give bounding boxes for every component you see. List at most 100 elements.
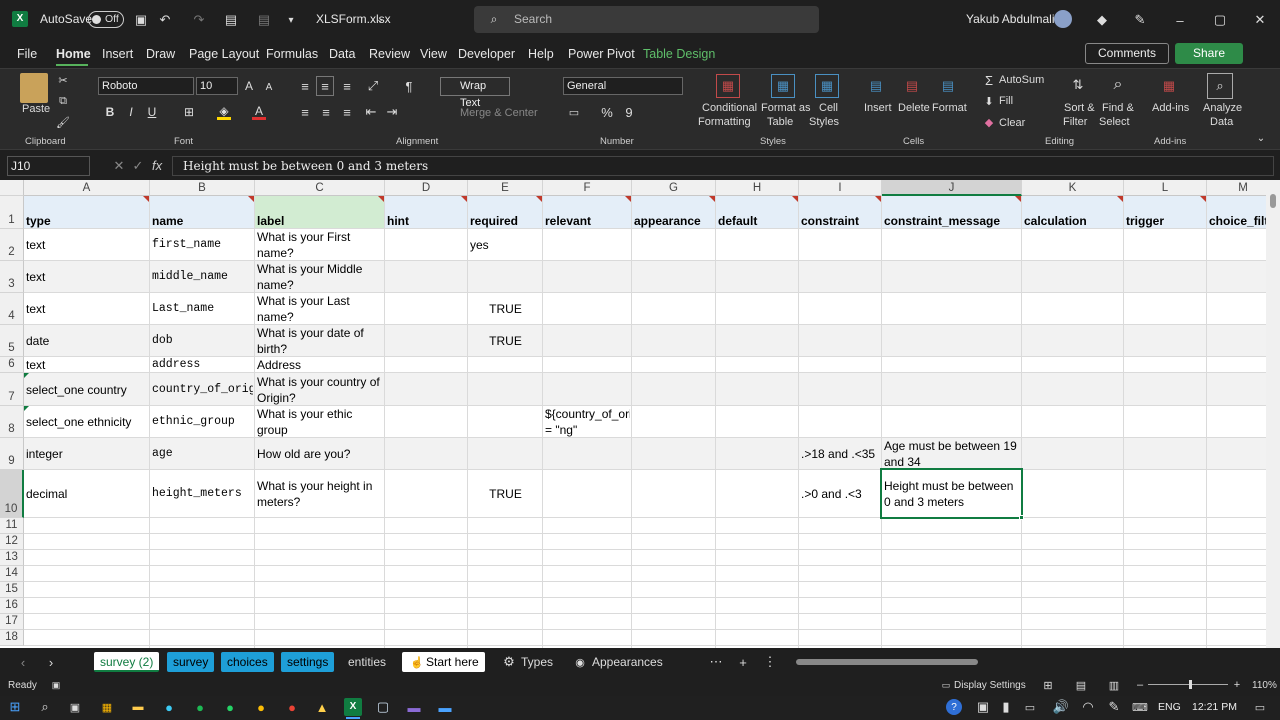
row-header-5[interactable]: 5	[0, 325, 24, 357]
accessibility-icon[interactable]: ▣	[50, 679, 62, 691]
formula-input[interactable]: Height must be between 0 and 3 meters	[172, 156, 1274, 176]
collapse-ribbon-icon[interactable]: ⌄	[1254, 131, 1268, 145]
spotify-icon[interactable]: ●	[192, 699, 208, 715]
row-header-13[interactable]: 13	[0, 550, 24, 566]
clear-label[interactable]: Clear	[999, 117, 1025, 129]
chrome-alt-icon[interactable]: ●	[284, 699, 300, 715]
row-header-16[interactable]: 16	[0, 598, 24, 614]
format-table-label-1[interactable]: Format as	[761, 102, 811, 114]
shrink-font-icon[interactable]: A	[263, 79, 275, 95]
conditional-formatting-label-2[interactable]: Formatting	[698, 116, 751, 128]
column-header-b[interactable]: B	[150, 180, 255, 196]
maximize-icon[interactable]: ▢	[1212, 11, 1228, 29]
app-icon-2[interactable]: ▢	[375, 699, 391, 715]
row-header-17[interactable]: 17	[0, 614, 24, 630]
horizontal-scroll-thumb[interactable]	[796, 659, 978, 665]
cell-i9[interactable]: .>18 and .<35	[799, 438, 880, 470]
menu-insert[interactable]: Insert	[102, 47, 133, 61]
menu-help[interactable]: Help	[528, 47, 554, 61]
align-middle-icon[interactable]: ≡	[316, 76, 334, 96]
header-cell-j[interactable]: constraint_message	[882, 213, 1022, 229]
header-cell-a[interactable]: type	[24, 213, 150, 229]
fill-label[interactable]: Fill	[999, 95, 1013, 107]
form-icon[interactable]: ▤	[222, 11, 240, 29]
addins-icon[interactable]: ▦	[1156, 73, 1182, 99]
spreadsheet-grid[interactable]: A B C D E F G H I J K L M 1 2 3 4 5 6 7 8 9 10 11 12 13 14 15 16 17 18…	[0, 180, 1280, 648]
edge-icon[interactable]: ●	[161, 699, 177, 715]
font-name-select[interactable]: Roboto	[98, 77, 194, 95]
column-header-l[interactable]: L	[1124, 180, 1207, 196]
selected-cell-j10[interactable]	[880, 468, 1023, 519]
comma-icon[interactable]: 9	[622, 104, 636, 120]
column-header-i[interactable]: I	[799, 180, 882, 196]
delete-cells-label[interactable]: Delete	[898, 102, 930, 114]
zoom-out-icon[interactable]: –	[1135, 678, 1145, 692]
cell-a6[interactable]: text	[24, 357, 148, 373]
column-header-k[interactable]: K	[1022, 180, 1124, 196]
chrome-icon[interactable]: ●	[253, 699, 269, 715]
cell-a7[interactable]: select_one country	[24, 373, 148, 406]
format-table-icon[interactable]: ▦	[771, 74, 795, 98]
cell-b10[interactable]: height_meters	[150, 470, 253, 518]
row-header-9[interactable]: 9	[0, 438, 24, 470]
paste-icon[interactable]	[20, 73, 48, 103]
align-right-icon[interactable]: ≡	[340, 104, 354, 120]
insert-cells-icon[interactable]: ▤	[864, 74, 888, 98]
cell-c2[interactable]: What is your First name?	[255, 229, 383, 261]
header-cell-d[interactable]: hint	[385, 213, 468, 229]
display-settings-icon[interactable]: ▭	[940, 679, 952, 691]
app-icon-3[interactable]: ▬	[406, 699, 422, 715]
menu-developer[interactable]: Developer	[458, 47, 515, 61]
sheet-tab-choices[interactable]: choices	[221, 652, 274, 672]
underline-icon[interactable]: U	[145, 104, 159, 120]
sheet-tab-entities[interactable]: entities	[342, 652, 392, 672]
sort-filter-icon[interactable]: ⇅	[1066, 73, 1090, 97]
row-header-7[interactable]: 7	[0, 373, 24, 406]
row-header-10[interactable]: 10	[0, 470, 24, 518]
notification-icon[interactable]: ▣	[975, 699, 991, 715]
cell-b4[interactable]: Last_name	[150, 293, 253, 325]
add-sheet-icon[interactable]: +	[735, 654, 751, 670]
merge-center-button[interactable]: Merge & Center	[444, 105, 548, 121]
chevron-down-icon[interactable]: ⌄	[374, 12, 386, 26]
row-header-11[interactable]: 11	[0, 518, 24, 534]
menu-view[interactable]: View	[420, 47, 447, 61]
header-cell-f[interactable]: relevant	[543, 213, 632, 229]
cell-b3[interactable]: middle_name	[150, 261, 253, 293]
row-header-12[interactable]: 12	[0, 534, 24, 550]
customize-icon[interactable]: ▾	[284, 11, 298, 29]
column-header-e[interactable]: E	[468, 180, 543, 196]
currency-icon[interactable]: ▭	[566, 104, 582, 120]
cell-c8[interactable]: What is your ethic group	[255, 406, 383, 438]
diamond-icon[interactable]: ◆	[1094, 11, 1110, 29]
close-icon[interactable]: ✕	[1252, 11, 1268, 29]
pen-tray-icon[interactable]: ✎	[1106, 699, 1122, 715]
sheet-tab-types[interactable]: Types	[515, 652, 559, 672]
name-box[interactable]: J10	[7, 156, 90, 176]
cell-b6[interactable]: address	[150, 357, 253, 373]
conditional-formatting-label-1[interactable]: Conditional	[702, 102, 757, 114]
align-top-icon[interactable]: ≡	[298, 78, 312, 94]
sort-filter-label-1[interactable]: Sort &	[1064, 102, 1095, 114]
delete-cells-icon[interactable]: ▤	[900, 74, 924, 98]
comments-button[interactable]: Comments	[1085, 43, 1169, 64]
wifi-icon[interactable]: ◠	[1080, 699, 1096, 715]
rtl-icon[interactable]: ¶	[400, 78, 418, 94]
save-icon[interactable]: ▣	[132, 11, 150, 29]
keyboard-icon[interactable]: ⌨	[1132, 699, 1148, 715]
cell-e2[interactable]: yes	[468, 229, 541, 261]
cell-e4[interactable]: TRUE	[468, 293, 541, 325]
task-view-icon[interactable]: ▣	[67, 699, 83, 715]
column-header-c[interactable]: C	[255, 180, 385, 196]
pen-icon[interactable]: ✎	[1132, 11, 1148, 29]
row-header-1[interactable]: 1	[0, 196, 24, 229]
normal-view-icon[interactable]: ⊞	[1042, 678, 1054, 692]
page-layout-view-icon[interactable]: ▤	[1075, 678, 1087, 692]
search-box[interactable]: ⌕ Search	[474, 6, 819, 33]
excel-taskbar-icon[interactable]: X	[344, 698, 362, 716]
menu-table-design[interactable]: Table Design	[643, 47, 715, 61]
sheet-tab-survey[interactable]: survey	[167, 652, 215, 672]
cell-i10[interactable]: .>0 and .<3	[799, 470, 880, 518]
vertical-scroll-thumb[interactable]	[1270, 194, 1276, 208]
column-header-j[interactable]: J	[882, 180, 1022, 196]
